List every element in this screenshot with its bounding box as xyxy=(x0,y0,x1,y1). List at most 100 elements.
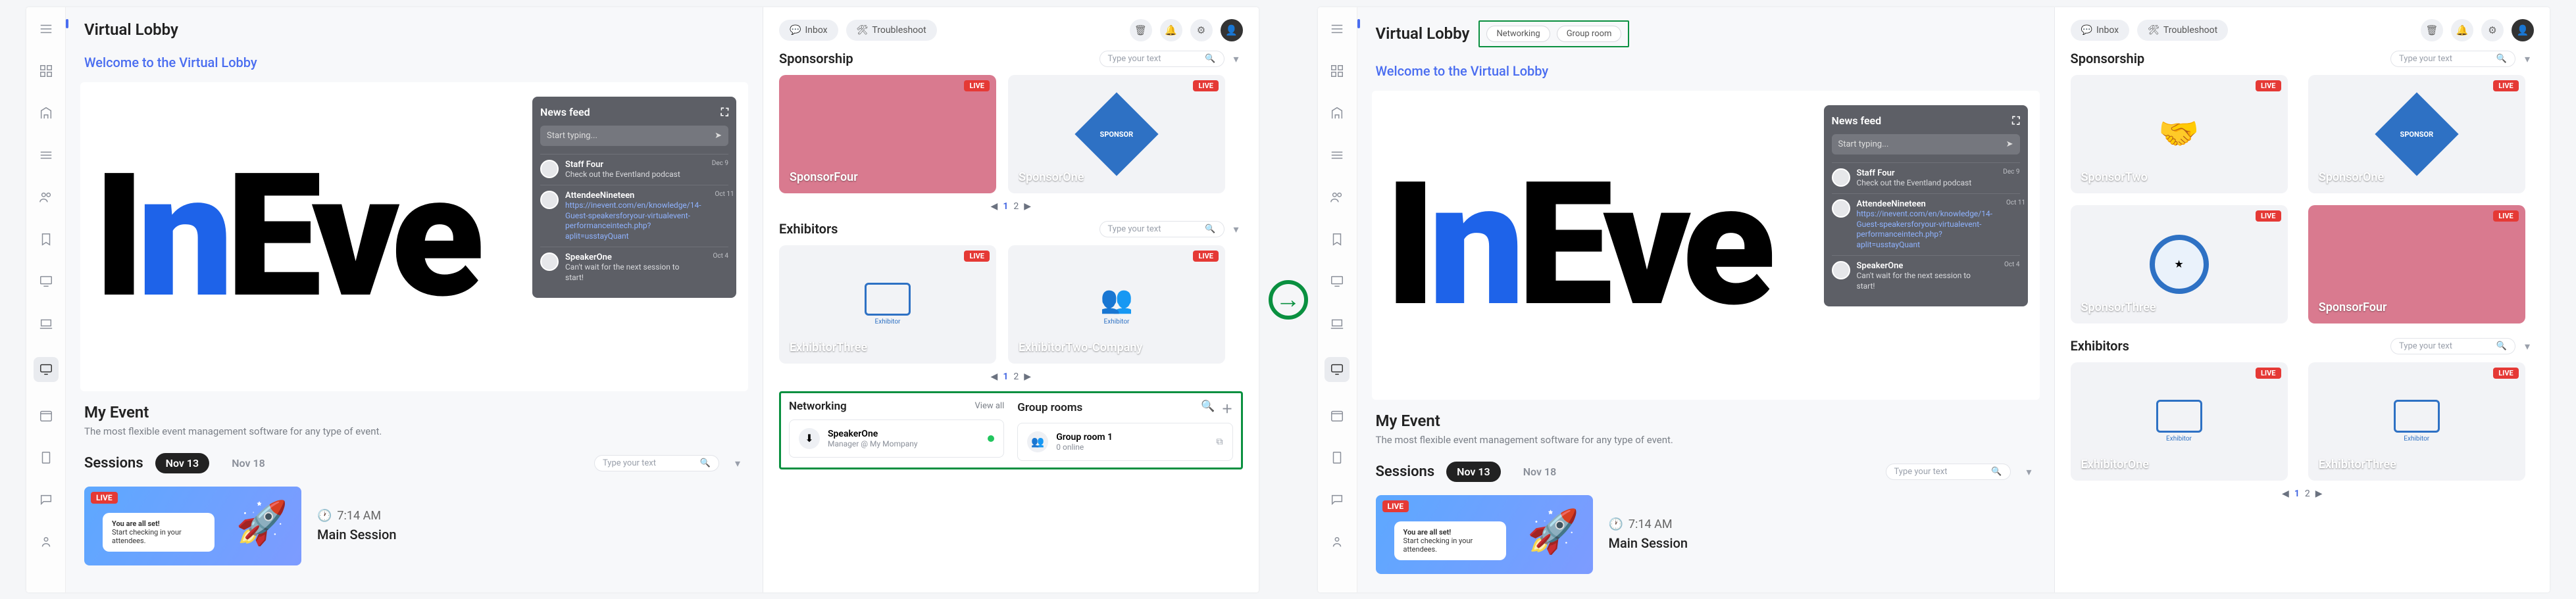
building-icon[interactable] xyxy=(1328,105,1346,122)
sponsor-card[interactable]: LIVE ★ SponsorThree xyxy=(2071,205,2288,323)
news-link[interactable]: https://inevent.com/en/knowledge/14-Gues… xyxy=(565,201,701,241)
pager-prev-icon[interactable]: ◀ xyxy=(991,201,998,212)
hamburger-icon[interactable] xyxy=(1328,20,1346,37)
pager-page[interactable]: 2 xyxy=(2305,489,2310,499)
date-chip-active[interactable]: Nov 13 xyxy=(155,453,210,473)
clipboard-icon[interactable] xyxy=(1328,449,1346,466)
troubleshoot-button[interactable]: 🛠 Troubleshoot xyxy=(2137,20,2228,41)
pager-page[interactable]: 1 xyxy=(2294,489,2300,499)
exhibitor-card[interactable]: LIVE Exhibitor ExhibitorThree xyxy=(779,245,996,364)
send-icon[interactable]: ➤ xyxy=(2006,139,2013,149)
gear-icon[interactable]: ⚙ xyxy=(1190,19,1213,41)
bookmark-icon[interactable] xyxy=(38,231,55,248)
bell-icon[interactable]: 🔔 xyxy=(1160,19,1182,41)
monitor-icon[interactable] xyxy=(1328,273,1346,290)
grid-icon[interactable] xyxy=(1328,62,1346,80)
filter-icon[interactable]: ▾ xyxy=(1230,222,1243,235)
expand-icon[interactable]: ⛶ xyxy=(2012,114,2019,128)
filter-icon[interactable]: ▾ xyxy=(2521,339,2534,352)
pager-prev-icon[interactable]: ◀ xyxy=(991,371,998,382)
exhibitor-card[interactable]: LIVE 👥 Exhibitor ExhibitorTwo-Company xyxy=(1008,245,1225,364)
expand-window-icon[interactable]: ⧉ xyxy=(1217,437,1223,447)
sessions-search[interactable]: Type your text 🔍 xyxy=(594,455,719,471)
group-room-card[interactable]: 👥 Group room 1 0 online ⧉ xyxy=(1017,423,1232,461)
filter-icon[interactable]: ▾ xyxy=(2023,465,2036,478)
session-card[interactable]: LIVE You are all set! Start checking in … xyxy=(84,487,744,565)
sponsorship-search[interactable]: Type your text 🔍 xyxy=(2390,51,2515,67)
stage-icon[interactable] xyxy=(38,315,55,332)
chat-icon[interactable] xyxy=(38,491,55,508)
expand-icon[interactable]: ⛶ xyxy=(721,106,728,119)
layers-icon[interactable] xyxy=(38,147,55,164)
sponsorship-search[interactable]: Type your text 🔍 xyxy=(1099,51,1225,67)
news-item[interactable]: SpeakerOneCan't wait for the next sessio… xyxy=(1832,255,2020,297)
tab-networking[interactable]: Networking xyxy=(1486,26,1550,42)
sessions-search[interactable]: Type your text 🔍 xyxy=(1886,464,2011,480)
news-item[interactable]: SpeakerOne Can't wait for the next sessi… xyxy=(540,247,728,288)
date-chip-active[interactable]: Nov 13 xyxy=(1446,462,1501,482)
networking-card[interactable]: ⬇ SpeakerOne Manager @ My Mompany xyxy=(789,419,1004,458)
user-avatar-icon[interactable]: 👤 xyxy=(1221,19,1243,41)
tab-group-room[interactable]: Group room xyxy=(1557,26,1622,42)
trash-icon[interactable]: 🗑 xyxy=(1130,19,1152,41)
desktop-icon[interactable] xyxy=(34,357,59,382)
user-avatar-icon[interactable]: 👤 xyxy=(2512,19,2534,41)
news-item[interactable]: Staff Four Check out the Eventland podca… xyxy=(540,154,728,185)
calendar-icon[interactable] xyxy=(1328,407,1346,424)
session-card[interactable]: LIVE You are all set! Start checking in … xyxy=(1376,495,2036,574)
pager-next-icon[interactable]: ▶ xyxy=(1024,201,1031,212)
search-icon[interactable]: 🔍 xyxy=(1201,400,1215,416)
stage-icon[interactable] xyxy=(1328,315,1346,332)
filter-icon[interactable]: ▾ xyxy=(1230,52,1243,65)
desktop-icon[interactable] xyxy=(1325,357,1350,382)
user-small-icon[interactable] xyxy=(38,533,55,550)
date-chip[interactable]: Nov 18 xyxy=(1513,462,1567,482)
troubleshoot-button[interactable]: 🛠 Troubleshoot xyxy=(846,20,937,41)
hamburger-icon[interactable] xyxy=(38,20,55,37)
clipboard-icon[interactable] xyxy=(38,449,55,466)
user-small-icon[interactable] xyxy=(1328,533,1346,550)
send-icon[interactable]: ➤ xyxy=(715,131,722,141)
sponsor-card[interactable]: LIVE SPONSOR SponsorOne xyxy=(2308,75,2525,193)
monitor-icon[interactable] xyxy=(38,273,55,290)
filter-icon[interactable]: ▾ xyxy=(731,456,744,469)
people-icon[interactable] xyxy=(1328,189,1346,206)
pager-next-icon[interactable]: ▶ xyxy=(2315,489,2323,499)
gear-icon[interactable]: ⚙ xyxy=(2481,19,2504,41)
sponsor-card[interactable]: LIVE SponsorFour xyxy=(2308,205,2525,323)
exhibitors-search[interactable]: Type your text 🔍 xyxy=(2390,338,2515,354)
pager-page[interactable]: 1 xyxy=(1003,201,1008,212)
news-feed-input[interactable]: Start typing... ➤ xyxy=(1832,134,2020,155)
grid-icon[interactable] xyxy=(38,62,55,80)
calendar-icon[interactable] xyxy=(38,407,55,424)
view-all-link[interactable]: View all xyxy=(975,401,1005,411)
exhibitors-search[interactable]: Type your text 🔍 xyxy=(1099,221,1225,237)
pager-page[interactable]: 2 xyxy=(1013,371,1019,382)
bookmark-icon[interactable] xyxy=(1328,231,1346,248)
add-icon[interactable]: ＋ xyxy=(1222,400,1233,416)
sponsor-card[interactable]: LIVE SPONSOR SponsorOne xyxy=(1008,75,1225,193)
people-icon[interactable] xyxy=(38,189,55,206)
news-item[interactable]: AttendeeNineteenhttps://inevent.com/en/k… xyxy=(1832,193,2020,255)
pager-page[interactable]: 1 xyxy=(1003,371,1008,382)
news-date: Oct 4 xyxy=(702,252,728,283)
layers-icon[interactable] xyxy=(1328,147,1346,164)
date-chip[interactable]: Nov 18 xyxy=(221,453,276,473)
sponsor-card[interactable]: LIVE 🤝 SponsorTwo xyxy=(2071,75,2288,193)
pager-next-icon[interactable]: ▶ xyxy=(1024,371,1031,382)
inbox-button[interactable]: 💬 Inbox xyxy=(2071,20,2130,41)
news-item[interactable]: AttendeeNineteen https://inevent.com/en/… xyxy=(540,185,728,247)
news-feed-input[interactable]: Start typing... ➤ xyxy=(540,126,728,146)
pager-prev-icon[interactable]: ◀ xyxy=(2282,489,2289,499)
exhibitor-card[interactable]: LIVE Exhibitor ExhibitorOne xyxy=(2071,362,2288,481)
chat-icon[interactable] xyxy=(1328,491,1346,508)
news-item[interactable]: Staff FourCheck out the Eventland podcas… xyxy=(1832,162,2020,194)
filter-icon[interactable]: ▾ xyxy=(2521,52,2534,65)
exhibitor-card[interactable]: LIVE Exhibitor ExhibitorThree xyxy=(2308,362,2525,481)
bell-icon[interactable]: 🔔 xyxy=(2451,19,2473,41)
trash-icon[interactable]: 🗑 xyxy=(2421,19,2443,41)
pager-page[interactable]: 2 xyxy=(1013,201,1019,212)
sponsor-card[interactable]: LIVE SponsorFour xyxy=(779,75,996,193)
inbox-button[interactable]: 💬 Inbox xyxy=(779,20,838,41)
building-icon[interactable] xyxy=(38,105,55,122)
